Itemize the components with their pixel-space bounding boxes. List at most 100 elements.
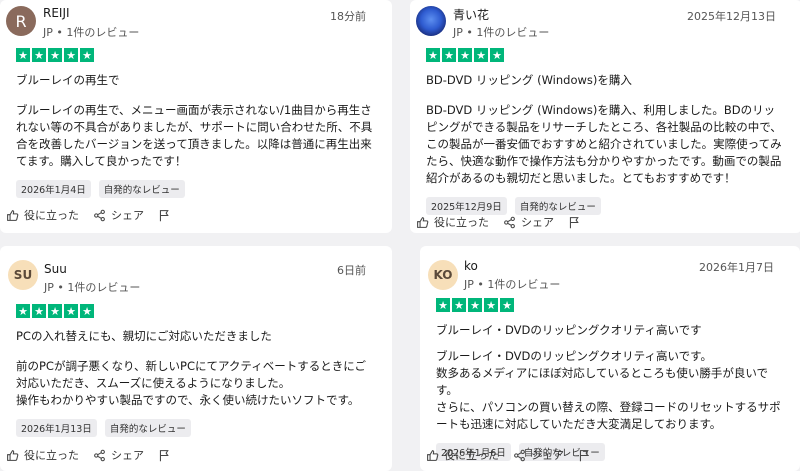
share-icon (94, 449, 105, 461)
review-title[interactable]: ブルーレイの再生で (16, 72, 376, 88)
useful-label: 役に立った (24, 209, 79, 222)
useful-button[interactable]: 役に立った (426, 447, 499, 463)
reviewer-meta: JP • 1件のレビュー (453, 26, 550, 39)
reviewer-name[interactable]: Suu (44, 262, 67, 276)
review-card: R REIJI JP • 1件のレビュー 18分前 ★ ★ ★ ★ ★ ブルーレ… (0, 0, 392, 233)
date-tag: 2026年1月4日 (16, 180, 91, 198)
thumbs-up-icon (417, 216, 429, 228)
review-title[interactable]: ブルーレイ・DVDのリッピングクオリティ高いです (436, 322, 784, 338)
star-rating: ★ ★ ★ ★ ★ (16, 48, 376, 62)
avatar[interactable]: KO (428, 260, 458, 290)
review-card: 青い花 JP • 1件のレビュー 2025年12月13日 ★ ★ ★ ★ ★ B… (410, 0, 800, 233)
review-tags: 2025年12月9日 自発的なレビュー (426, 197, 786, 215)
share-label: シェア (521, 216, 554, 229)
star-icon: ★ (48, 48, 62, 62)
thumbs-up-icon (7, 449, 19, 461)
useful-button[interactable]: 役に立った (6, 207, 79, 223)
review-header: R REIJI JP • 1件のレビュー 18分前 (6, 0, 376, 44)
report-button[interactable] (158, 209, 171, 222)
review-body: ブルーレイの再生で、メニュー画面が表示されない/1曲目から再生されない等の不具合… (16, 103, 373, 168)
avatar[interactable]: R (6, 6, 36, 36)
useful-button[interactable]: 役に立った (6, 447, 79, 463)
star-icon: ★ (436, 298, 450, 312)
share-label: シェア (111, 449, 144, 462)
star-icon: ★ (474, 48, 488, 62)
useful-button[interactable]: 役に立った (416, 214, 489, 230)
review-date: 2025年12月13日 (687, 10, 776, 23)
review-actions: 役に立った シェア (426, 447, 591, 463)
star-icon: ★ (490, 48, 504, 62)
avatar[interactable]: SU (8, 260, 38, 290)
reviewer-meta: JP • 1件のレビュー (464, 278, 561, 291)
review-tags: 2026年1月4日 自発的なレビュー (16, 180, 376, 198)
review-actions: 役に立った シェア (416, 214, 581, 230)
review-actions: 役に立った シェア (6, 207, 171, 223)
review-type-tag: 自発的なレビュー (98, 180, 185, 198)
review-date: 18分前 (330, 10, 366, 23)
review-card: SU Suu JP • 1件のレビュー 6日前 ★ ★ ★ ★ ★ PCの入れ替… (0, 246, 392, 471)
thumbs-up-icon (427, 449, 439, 461)
star-icon: ★ (500, 298, 514, 312)
reviewer-name[interactable]: 青い花 (453, 6, 489, 23)
star-icon: ★ (442, 48, 456, 62)
useful-label: 役に立った (434, 216, 489, 229)
date-tag: 2026年1月13日 (16, 419, 97, 437)
review-body: ブルーレイ・DVDのリッピングクオリティ高いです。 数多あるメディアにほぼ対応し… (436, 349, 781, 431)
star-icon: ★ (80, 304, 94, 318)
review-header: SU Suu JP • 1件のレビュー 6日前 (8, 246, 376, 294)
reviewer-meta: JP • 1件のレビュー (43, 26, 140, 39)
star-rating: ★ ★ ★ ★ ★ (426, 48, 786, 62)
star-icon: ★ (32, 48, 46, 62)
share-icon (514, 449, 525, 461)
report-button[interactable] (158, 449, 171, 462)
star-icon: ★ (484, 298, 498, 312)
star-icon: ★ (16, 304, 30, 318)
star-icon: ★ (468, 298, 482, 312)
star-icon: ★ (80, 48, 94, 62)
share-icon (94, 209, 105, 221)
review-title[interactable]: PCの入れ替えにも、親切にご対応いただきました (16, 328, 376, 344)
review-date: 2026年1月7日 (699, 261, 774, 274)
star-icon: ★ (458, 48, 472, 62)
star-icon: ★ (64, 48, 78, 62)
review-tags: 2026年1月13日 自発的なレビュー (16, 419, 376, 437)
share-button[interactable]: シェア (93, 207, 144, 223)
star-icon: ★ (32, 304, 46, 318)
star-icon: ★ (48, 304, 62, 318)
reviewer-name[interactable]: ko (464, 259, 478, 273)
thumbs-up-icon (7, 209, 19, 221)
review-actions: 役に立った シェア (6, 447, 171, 463)
flag-icon (569, 216, 579, 228)
star-icon: ★ (64, 304, 78, 318)
report-button[interactable] (568, 216, 581, 229)
review-header: 青い花 JP • 1件のレビュー 2025年12月13日 (416, 0, 786, 44)
useful-label: 役に立った (24, 449, 79, 462)
star-rating: ★ ★ ★ ★ ★ (16, 304, 376, 318)
review-body: 前のPCが調子悪くなり、新しいPCにてアクティベートするときにご対応いただき、ス… (16, 359, 366, 407)
share-label: シェア (111, 209, 144, 222)
flag-icon (159, 449, 169, 461)
flag-icon (579, 449, 589, 461)
review-header: KO ko JP • 1件のレビュー 2026年1月7日 (428, 246, 784, 291)
review-body: BD-DVD リッピング (Windows)を購入、利用しました。BDのリッピン… (426, 103, 782, 185)
useful-label: 役に立った (444, 449, 499, 462)
review-date: 6日前 (337, 264, 366, 277)
share-button[interactable]: シェア (93, 447, 144, 463)
report-button[interactable] (578, 449, 591, 462)
date-tag: 2025年12月9日 (426, 197, 507, 215)
share-icon (504, 216, 515, 228)
review-type-tag: 自発的なレビュー (104, 419, 191, 437)
star-rating: ★ ★ ★ ★ ★ (436, 298, 784, 312)
star-icon: ★ (16, 48, 30, 62)
reviewer-name[interactable]: REIJI (43, 6, 70, 20)
star-icon: ★ (452, 298, 466, 312)
reviewer-meta: JP • 1件のレビュー (44, 281, 141, 294)
avatar[interactable] (416, 6, 446, 36)
share-button[interactable]: シェア (503, 214, 554, 230)
share-button[interactable]: シェア (513, 447, 564, 463)
share-label: シェア (531, 449, 564, 462)
review-card: KO ko JP • 1件のレビュー 2026年1月7日 ★ ★ ★ ★ ★ ブ… (420, 246, 800, 471)
review-type-tag: 自発的なレビュー (514, 197, 601, 215)
review-title[interactable]: BD-DVD リッピング (Windows)を購入 (426, 72, 786, 88)
star-icon: ★ (426, 48, 440, 62)
